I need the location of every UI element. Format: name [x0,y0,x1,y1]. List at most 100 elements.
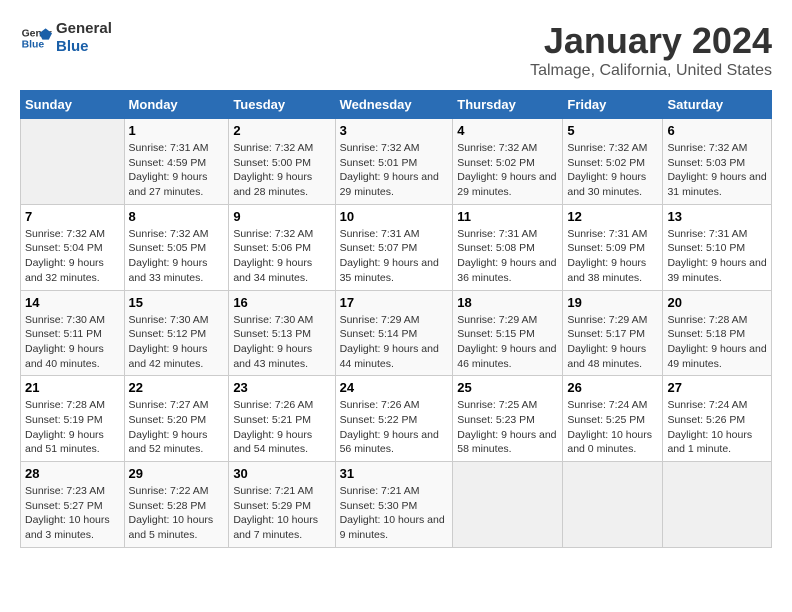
calendar-cell [663,462,772,548]
day-info: Sunrise: 7:31 AMSunset: 5:10 PMDaylight:… [667,227,767,286]
calendar-cell: 22 Sunrise: 7:27 AMSunset: 5:20 PMDayligh… [124,376,229,462]
main-title: January 2024 [530,20,772,62]
calendar-week-row: 28 Sunrise: 7:23 AMSunset: 5:27 PMDayligh… [21,462,772,548]
calendar-cell: 31Sunrise: 7:21 AMSunset: 5:30 PMDayligh… [335,462,453,548]
day-info: Sunrise: 7:32 AMSunset: 5:03 PMDaylight:… [667,141,767,200]
day-number: 28 [25,466,120,481]
day-info: Sunrise: 7:31 AMSunset: 5:08 PMDaylight:… [457,227,558,286]
header-day-friday: Friday [563,91,663,119]
calendar-cell: 5 Sunrise: 7:32 AMSunset: 5:02 PMDaylight… [563,119,663,205]
day-info: Sunrise: 7:32 AMSunset: 5:04 PMDaylight:… [25,227,120,286]
calendar-cell: 20Sunrise: 7:28 AMSunset: 5:18 PMDayligh… [663,290,772,376]
day-number: 2 [233,123,330,138]
day-number: 30 [233,466,330,481]
calendar-cell: 7 Sunrise: 7:32 AMSunset: 5:04 PMDaylight… [21,204,125,290]
day-number: 22 [129,380,225,395]
day-info: Sunrise: 7:28 AMSunset: 5:19 PMDaylight:… [25,398,120,457]
day-info: Sunrise: 7:27 AMSunset: 5:20 PMDaylight:… [129,398,225,457]
header-day-saturday: Saturday [663,91,772,119]
day-info: Sunrise: 7:23 AMSunset: 5:27 PMDaylight:… [25,484,120,543]
day-info: Sunrise: 7:32 AMSunset: 5:06 PMDaylight:… [233,227,330,286]
calendar-week-row: 1Sunrise: 7:31 AMSunset: 4:59 PMDaylight… [21,119,772,205]
day-number: 10 [340,209,449,224]
calendar-cell: 13 Sunrise: 7:31 AMSunset: 5:10 PMDayligh… [663,204,772,290]
day-number: 11 [457,209,558,224]
calendar-cell: 30 Sunrise: 7:21 AMSunset: 5:29 PMDayligh… [229,462,335,548]
calendar-cell: 6 Sunrise: 7:32 AMSunset: 5:03 PMDaylight… [663,119,772,205]
calendar-cell: 2Sunrise: 7:32 AMSunset: 5:00 PMDaylight… [229,119,335,205]
logo-icon: General Blue [20,22,52,54]
calendar-week-row: 21 Sunrise: 7:28 AMSunset: 5:19 PMDayligh… [21,376,772,462]
calendar-week-row: 14 Sunrise: 7:30 AMSunset: 5:11 PMDayligh… [21,290,772,376]
calendar-cell: 3 Sunrise: 7:32 AMSunset: 5:01 PMDaylight… [335,119,453,205]
day-info: Sunrise: 7:32 AMSunset: 5:05 PMDaylight:… [129,227,225,286]
calendar-cell: 17 Sunrise: 7:29 AMSunset: 5:14 PMDayligh… [335,290,453,376]
header-day-thursday: Thursday [453,91,563,119]
calendar-cell: 11 Sunrise: 7:31 AMSunset: 5:08 PMDayligh… [453,204,563,290]
calendar-cell: 19 Sunrise: 7:29 AMSunset: 5:17 PMDayligh… [563,290,663,376]
calendar-cell: 9 Sunrise: 7:32 AMSunset: 5:06 PMDaylight… [229,204,335,290]
calendar-week-row: 7 Sunrise: 7:32 AMSunset: 5:04 PMDaylight… [21,204,772,290]
day-info: Sunrise: 7:29 AMSunset: 5:14 PMDaylight:… [340,313,449,372]
day-number: 3 [340,123,449,138]
header-day-tuesday: Tuesday [229,91,335,119]
calendar-cell: 1Sunrise: 7:31 AMSunset: 4:59 PMDaylight… [124,119,229,205]
day-info: Sunrise: 7:26 AMSunset: 5:21 PMDaylight:… [233,398,330,457]
day-info: Sunrise: 7:22 AMSunset: 5:28 PMDaylight:… [129,484,225,543]
day-number: 27 [667,380,767,395]
calendar-cell: 28 Sunrise: 7:23 AMSunset: 5:27 PMDayligh… [21,462,125,548]
calendar-cell [563,462,663,548]
title-area: January 2024 Talmage, California, United… [530,20,772,80]
calendar-cell: 27Sunrise: 7:24 AMSunset: 5:26 PMDayligh… [663,376,772,462]
calendar-cell: 16 Sunrise: 7:30 AMSunset: 5:13 PMDayligh… [229,290,335,376]
calendar-cell: 23Sunrise: 7:26 AMSunset: 5:21 PMDayligh… [229,376,335,462]
calendar-cell: 10 Sunrise: 7:31 AMSunset: 5:07 PMDayligh… [335,204,453,290]
day-number: 20 [667,295,767,310]
calendar-cell: 15Sunrise: 7:30 AMSunset: 5:12 PMDayligh… [124,290,229,376]
day-info: Sunrise: 7:30 AMSunset: 5:13 PMDaylight:… [233,313,330,372]
logo-text-blue: Blue [56,38,112,56]
calendar-cell: 18Sunrise: 7:29 AMSunset: 5:15 PMDayligh… [453,290,563,376]
calendar-cell: 25 Sunrise: 7:25 AMSunset: 5:23 PMDayligh… [453,376,563,462]
day-info: Sunrise: 7:31 AMSunset: 5:07 PMDaylight:… [340,227,449,286]
header-day-monday: Monday [124,91,229,119]
calendar-cell: 12Sunrise: 7:31 AMSunset: 5:09 PMDayligh… [563,204,663,290]
calendar-cell: 21 Sunrise: 7:28 AMSunset: 5:19 PMDayligh… [21,376,125,462]
calendar-cell: 4 Sunrise: 7:32 AMSunset: 5:02 PMDaylight… [453,119,563,205]
day-info: Sunrise: 7:21 AMSunset: 5:30 PMDaylight:… [340,484,449,543]
day-info: Sunrise: 7:32 AMSunset: 5:02 PMDaylight:… [567,141,658,200]
day-number: 13 [667,209,767,224]
day-number: 16 [233,295,330,310]
day-number: 21 [25,380,120,395]
day-info: Sunrise: 7:26 AMSunset: 5:22 PMDaylight:… [340,398,449,457]
subtitle: Talmage, California, United States [530,62,772,80]
day-info: Sunrise: 7:30 AMSunset: 5:11 PMDaylight:… [25,313,120,372]
day-number: 19 [567,295,658,310]
day-info: Sunrise: 7:21 AMSunset: 5:29 PMDaylight:… [233,484,330,543]
day-info: Sunrise: 7:32 AMSunset: 5:01 PMDaylight:… [340,141,449,200]
day-number: 7 [25,209,120,224]
calendar-cell [453,462,563,548]
day-number: 25 [457,380,558,395]
day-number: 26 [567,380,658,395]
calendar-cell: 8 Sunrise: 7:32 AMSunset: 5:05 PMDaylight… [124,204,229,290]
day-info: Sunrise: 7:29 AMSunset: 5:17 PMDaylight:… [567,313,658,372]
logo: General Blue General Blue [20,20,112,56]
day-info: Sunrise: 7:32 AMSunset: 5:02 PMDaylight:… [457,141,558,200]
day-info: Sunrise: 7:29 AMSunset: 5:15 PMDaylight:… [457,313,558,372]
calendar-cell [21,119,125,205]
day-number: 1 [129,123,225,138]
day-number: 4 [457,123,558,138]
calendar-cell: 29Sunrise: 7:22 AMSunset: 5:28 PMDayligh… [124,462,229,548]
header-day-wednesday: Wednesday [335,91,453,119]
day-number: 8 [129,209,225,224]
day-number: 14 [25,295,120,310]
day-info: Sunrise: 7:24 AMSunset: 5:25 PMDaylight:… [567,398,658,457]
day-number: 5 [567,123,658,138]
svg-text:Blue: Blue [22,40,45,51]
day-number: 15 [129,295,225,310]
day-number: 17 [340,295,449,310]
day-number: 9 [233,209,330,224]
day-info: Sunrise: 7:25 AMSunset: 5:23 PMDaylight:… [457,398,558,457]
day-number: 6 [667,123,767,138]
